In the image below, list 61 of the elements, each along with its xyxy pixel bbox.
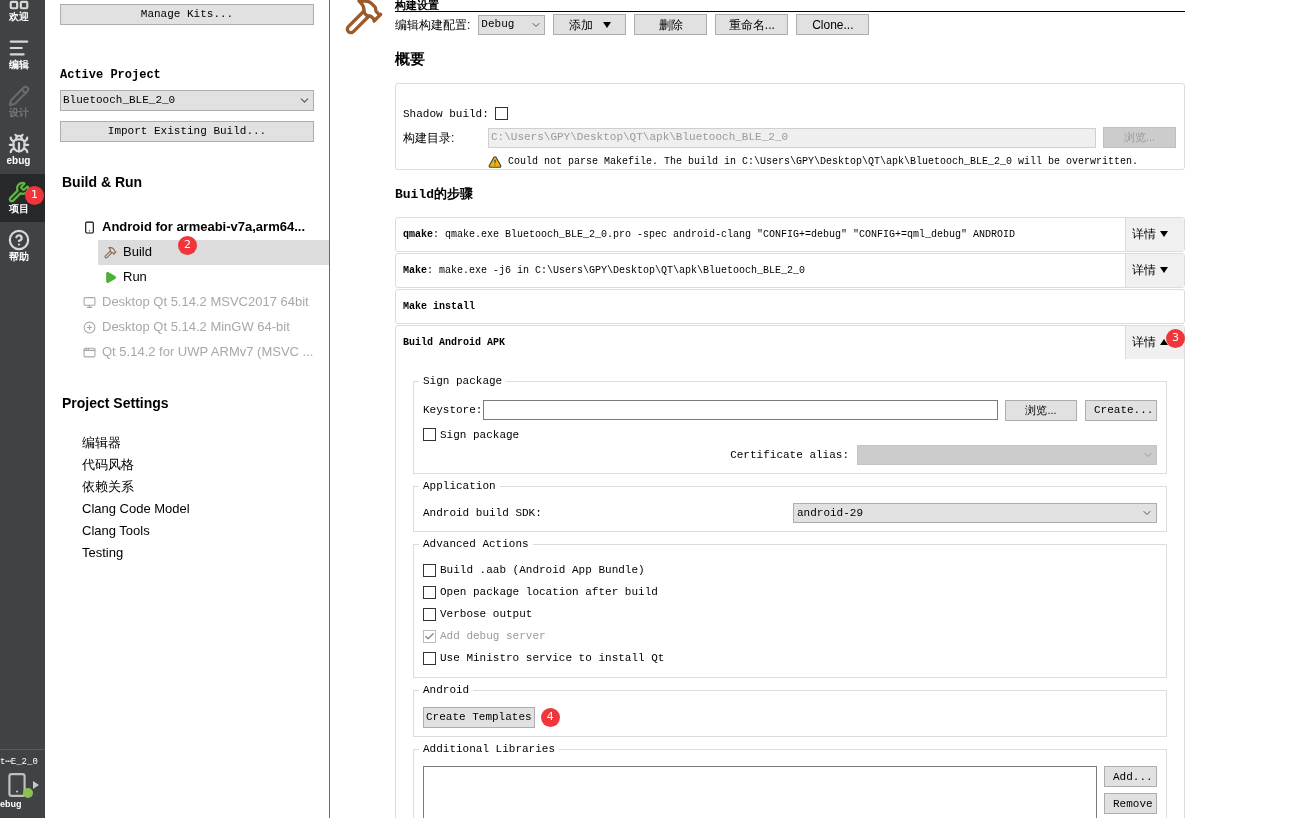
step-summary: Make install <box>402 299 476 314</box>
config-label: 编辑构建配置: <box>395 16 471 34</box>
section-title: 概要 <box>395 49 426 69</box>
checkbox-label: Add debug server <box>440 628 546 644</box>
page-title: 构建设置 <box>395 0 439 11</box>
details-button[interactable]: 详情 3 <box>1125 325 1184 359</box>
build-dir-label: 构建目录: <box>403 129 456 147</box>
mode-button[interactable]: 帮助 <box>0 222 45 270</box>
group-title: Application <box>419 479 500 493</box>
settings-item[interactable]: 依赖关系 <box>82 475 329 498</box>
settings-item[interactable]: Testing <box>82 541 329 564</box>
number-badge: 3 <box>1166 328 1185 348</box>
settings-item[interactable]: 编辑器 <box>82 431 329 454</box>
mode-button[interactable]: 编辑 <box>0 30 45 78</box>
section-title: Active Project <box>60 66 162 84</box>
mode-button[interactable]: 欢迎 <box>0 0 45 30</box>
kit-step-item[interactable]: Run <box>98 264 329 290</box>
kit-step-item[interactable]: Build 2 <box>98 239 329 265</box>
remove-button[interactable]: Remove <box>1104 793 1157 814</box>
step-summary: qmake: qmake.exe Bluetooch_BLE_2_0.pro -spec android-clang "CONFIG+=debug" "CONFIG+=qml_debug" ANDROID <box>402 227 1017 242</box>
sdk-dropdown[interactable]: android-29 <box>793 503 1157 523</box>
keystore-label: Keystore: <box>423 402 483 418</box>
section-title: Build的步骤 <box>395 186 474 204</box>
create-templates-button[interactable]: Create Templates <box>423 707 535 728</box>
sdk-label: Android build SDK: <box>423 505 542 521</box>
number-badge: 4 <box>540 708 560 727</box>
checkbox-label: Build .aab (Android App Bundle) <box>440 562 645 578</box>
mode-button[interactable]: ebug <box>0 126 45 174</box>
details-button[interactable]: 详情 <box>1125 253 1184 287</box>
settings-item[interactable]: 代码风格 <box>82 453 329 476</box>
mode-button[interactable]: 项目 1 <box>0 174 45 222</box>
section-title: Build & Run <box>62 172 144 192</box>
menu-button[interactable]: 添加 <box>553 14 627 35</box>
config-dropdown[interactable]: Debug <box>478 14 546 35</box>
project-dropdown[interactable]: Bluetooch_BLE_2_0 <box>60 89 314 111</box>
toolbar-button[interactable]: Clone... <box>796 14 870 35</box>
create-button[interactable]: Create... <box>1085 399 1157 421</box>
checkbox-label: Verbose output <box>440 606 533 622</box>
shadow-build-label: Shadow build: <box>403 106 489 122</box>
warning-message: Could not parse Makefile. The build in C:\Users\GPY\Desktop\QT\apk\Bluetooch_BLE_2_0 will be overwritten. <box>508 155 1139 169</box>
browse-button[interactable]: 浏览... <box>1005 399 1077 421</box>
checkbox-label: Use Ministro service to install Qt <box>440 650 665 666</box>
step-summary: Build Android APK <box>402 335 507 350</box>
add-button[interactable]: Add... <box>1104 766 1157 787</box>
details-button[interactable]: 详情 <box>1125 217 1184 251</box>
toolbar-button[interactable]: 重命名... <box>715 14 789 35</box>
number-badge: 2 <box>178 235 197 255</box>
manage-kits-button[interactable]: Manage Kits... <box>60 3 314 25</box>
kit-mode-label: ebug <box>0 798 23 810</box>
checkbox-label: Open package location after build <box>440 584 658 600</box>
step-summary: Make: make.exe -j6 in C:\Users\GPY\Desktop\QT\apk\Bluetooch_BLE_2_0 <box>402 263 807 278</box>
settings-item[interactable]: Clang Code Model <box>82 497 329 520</box>
toolbar-button[interactable]: 删除 <box>634 14 708 35</box>
import-build-button[interactable]: Import Existing Build... <box>60 120 314 142</box>
group-title: Sign package <box>419 373 507 388</box>
number-badge: 1 <box>25 186 44 205</box>
alias-label: Certificate alias: <box>730 447 849 463</box>
checkbox-label: Sign package <box>440 427 520 443</box>
kit-project-label: t⋯E_2_0 <box>0 756 39 768</box>
settings-item[interactable]: Clang Tools <box>82 519 329 542</box>
section-title: Project Settings <box>62 393 170 413</box>
